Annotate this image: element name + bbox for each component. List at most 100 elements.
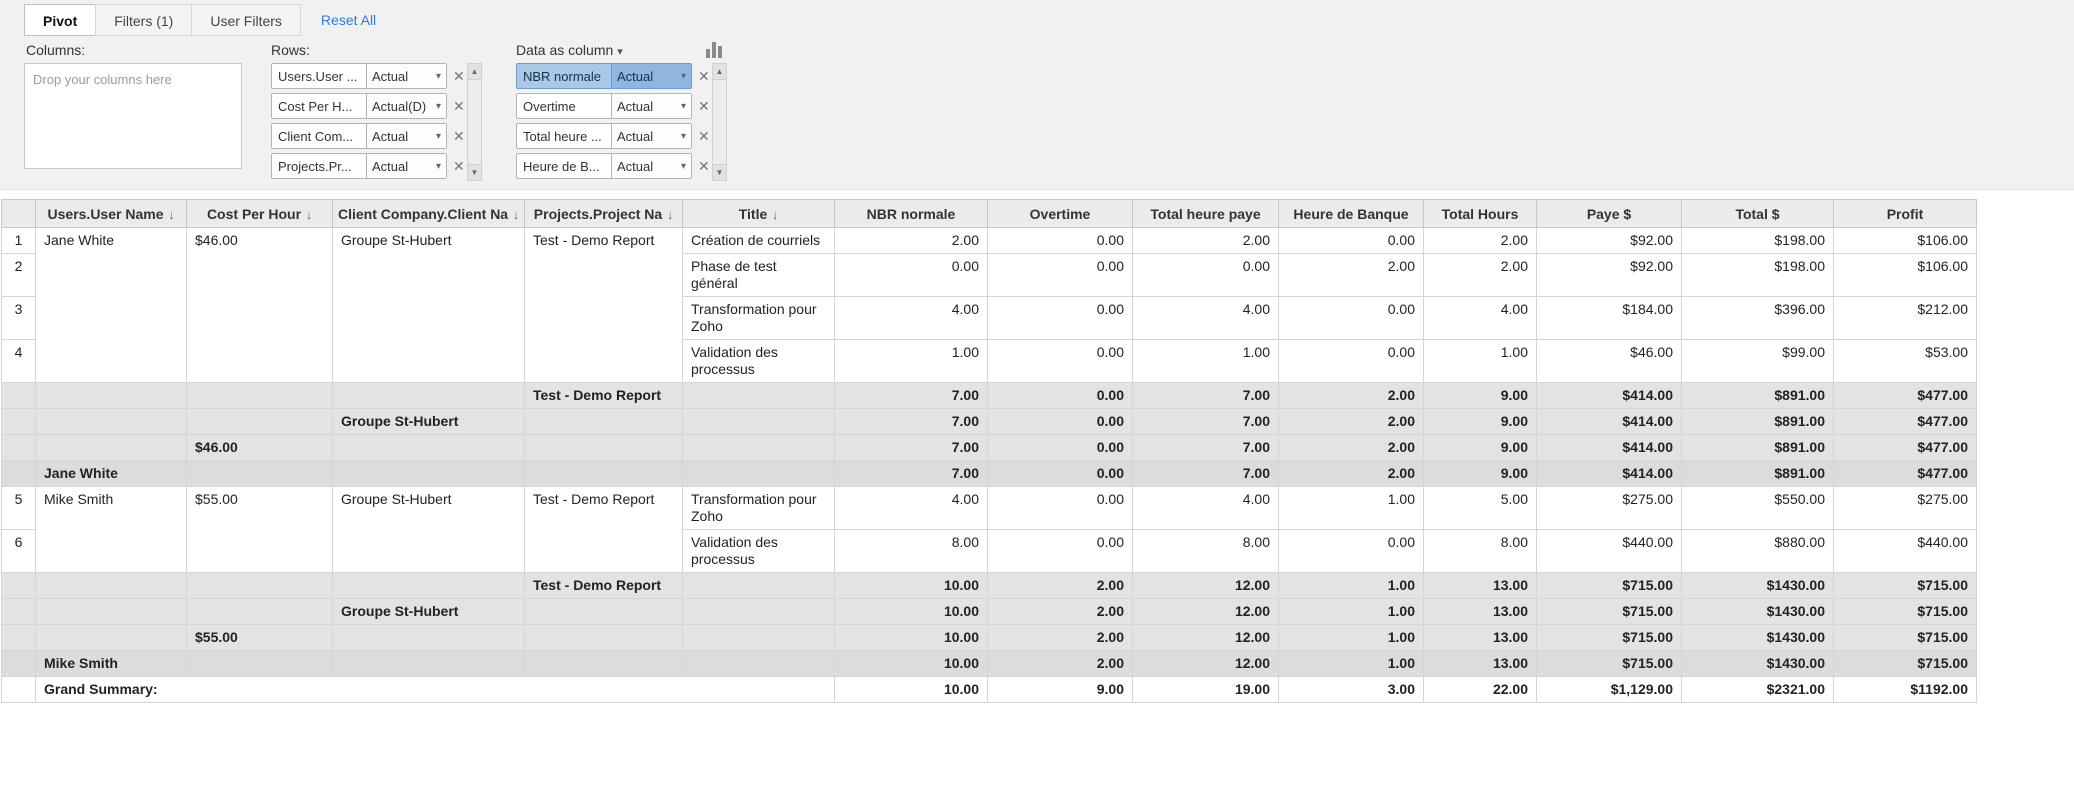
tab-strip: Pivot Filters (1) User Filters Reset All [24,4,376,36]
remove-field-icon[interactable]: ✕ [453,69,465,83]
cell: $55.00 [186,624,333,651]
column-header-label: Title [738,205,768,222]
column-header-label: Overtime [1029,205,1091,222]
cell: $715.00 [1536,650,1682,677]
data-field-pill[interactable]: Overtime Actual ▾ [516,93,692,119]
pivot-table: Users.User Name ↓ Cost Per Hour ↓ Client Com… [1,199,1977,703]
cell: 9.00 [987,676,1133,703]
cell: 10.00 [834,650,988,677]
cell: $715.00 [1536,598,1682,625]
cell: $396.00 [1681,296,1834,340]
sort-descending-icon[interactable]: ↓ [168,208,174,222]
field-label: Heure de B... [523,158,600,174]
chart-type-icon[interactable] [706,41,730,58]
cell: $414.00 [1536,460,1682,487]
remove-field-icon[interactable]: ✕ [453,159,465,173]
remove-field-icon[interactable]: ✕ [453,129,465,143]
reset-all-link[interactable]: Reset All [301,4,376,36]
cell: $477.00 [1833,460,1977,487]
cell [524,408,683,435]
cell: $891.00 [1681,434,1834,461]
cell [332,382,525,409]
cell: 0.00 [1278,227,1424,254]
chevron-down-icon: ▾ [680,70,686,82]
data-field-list: NBR normale Actual ▾ ✕ Overtime Actual ▾ ✕ Total… [516,63,710,183]
cell: $1430.00 [1681,650,1834,677]
cell: 0.00 [1132,253,1279,297]
subtotal-row: Test - Demo Report 7.00 0.00 7.00 2.00 9.00 $4… [1,382,1977,409]
cell [682,460,835,487]
field-label: Users.User ... [278,68,358,84]
cell: $414.00 [1536,382,1682,409]
scroll-down-icon[interactable]: ▼ [713,164,726,180]
cell: 10.00 [834,572,988,599]
sort-descending-icon[interactable]: ↓ [667,208,673,222]
cell: $46.00 [186,434,333,461]
aggregate-value: Actual [617,158,654,174]
cell: 1 [1,227,36,254]
cell [35,382,187,409]
cell [524,650,683,677]
cell: 6 [1,529,36,573]
cell: $275.00 [1833,486,1977,530]
row-field-pill[interactable]: Users.User ... Actual ▾ [271,63,447,89]
aggregate-select[interactable]: Actual ▾ [611,154,691,178]
aggregate-select[interactable]: Actual ▾ [611,124,691,148]
tab-filters[interactable]: Filters (1) [95,4,193,36]
data-scrollbar[interactable]: ▲ ▼ [712,63,727,181]
scroll-up-icon[interactable]: ▲ [713,64,726,80]
data-field-pill[interactable]: Heure de B... Actual ▾ [516,153,692,179]
sort-descending-icon[interactable]: ↓ [513,208,519,222]
column-header[interactable]: Client Company.Client Na ↓ [332,199,525,228]
row-field-pill[interactable]: Client Com... Actual ▾ [271,123,447,149]
aggregate-select[interactable]: Actual ▾ [611,64,691,88]
cell: $198.00 [1681,253,1834,297]
data-field-pill[interactable]: NBR normale Actual ▾ [516,63,692,89]
sort-descending-icon[interactable]: ↓ [306,208,312,222]
column-header[interactable]: Title ↓ [682,199,835,228]
grand-summary-row: Grand Summary: 10.00 9.00 19.00 3.00 22.00 $1,… [1,676,1977,703]
cell: 2.00 [1423,227,1537,254]
cell [186,572,333,599]
column-header[interactable]: Users.User Name ↓ [35,199,187,228]
cell: 8.00 [1132,529,1279,573]
cell: 10.00 [834,624,988,651]
row-field-pill[interactable]: Cost Per H... Actual(D) ▾ [271,93,447,119]
sort-descending-icon[interactable]: ↓ [772,208,778,222]
tab-pivot[interactable]: Pivot [24,4,97,36]
rows-scrollbar[interactable]: ▲ ▼ [467,63,482,181]
cell: 9.00 [1423,382,1537,409]
cell: 5 [1,486,36,530]
cell: 0.00 [987,434,1133,461]
columns-drop-zone[interactable]: Drop your columns here [24,63,242,169]
cell: $198.00 [1681,227,1834,254]
row-field-pill[interactable]: Projects.Pr... Actual ▾ [271,153,447,179]
data-field-row: Overtime Actual ▾ ✕ [516,93,710,119]
cell: $106.00 [1833,227,1977,254]
remove-field-icon[interactable]: ✕ [698,129,710,143]
column-header: Paye $ [1536,199,1682,228]
scroll-up-icon[interactable]: ▲ [468,64,481,80]
scroll-down-icon[interactable]: ▼ [468,164,481,180]
cell [1,676,36,703]
cell: 2.00 [1278,382,1424,409]
remove-field-icon[interactable]: ✕ [698,69,710,83]
pivot-config-panel: Pivot Filters (1) User Filters Reset All… [0,0,2074,190]
remove-field-icon[interactable]: ✕ [698,99,710,113]
aggregate-select[interactable]: Actual ▾ [366,124,446,148]
chevron-down-icon: ▾ [435,130,441,142]
data-as-column-dropdown[interactable]: Data as column ▾ [516,42,623,58]
tab-user-filters[interactable]: User Filters [191,4,301,36]
cell: 7.00 [1132,382,1279,409]
column-header[interactable]: Projects.Project Na ↓ [524,199,683,228]
cell: $715.00 [1833,598,1977,625]
cell: 2.00 [1278,408,1424,435]
remove-field-icon[interactable]: ✕ [453,99,465,113]
aggregate-select[interactable]: Actual ▾ [611,94,691,118]
column-header[interactable]: Cost Per Hour ↓ [186,199,333,228]
aggregate-select[interactable]: Actual ▾ [366,154,446,178]
remove-field-icon[interactable]: ✕ [698,159,710,173]
aggregate-select[interactable]: Actual(D) ▾ [366,94,446,118]
data-field-pill[interactable]: Total heure ... Actual ▾ [516,123,692,149]
aggregate-select[interactable]: Actual ▾ [366,64,446,88]
